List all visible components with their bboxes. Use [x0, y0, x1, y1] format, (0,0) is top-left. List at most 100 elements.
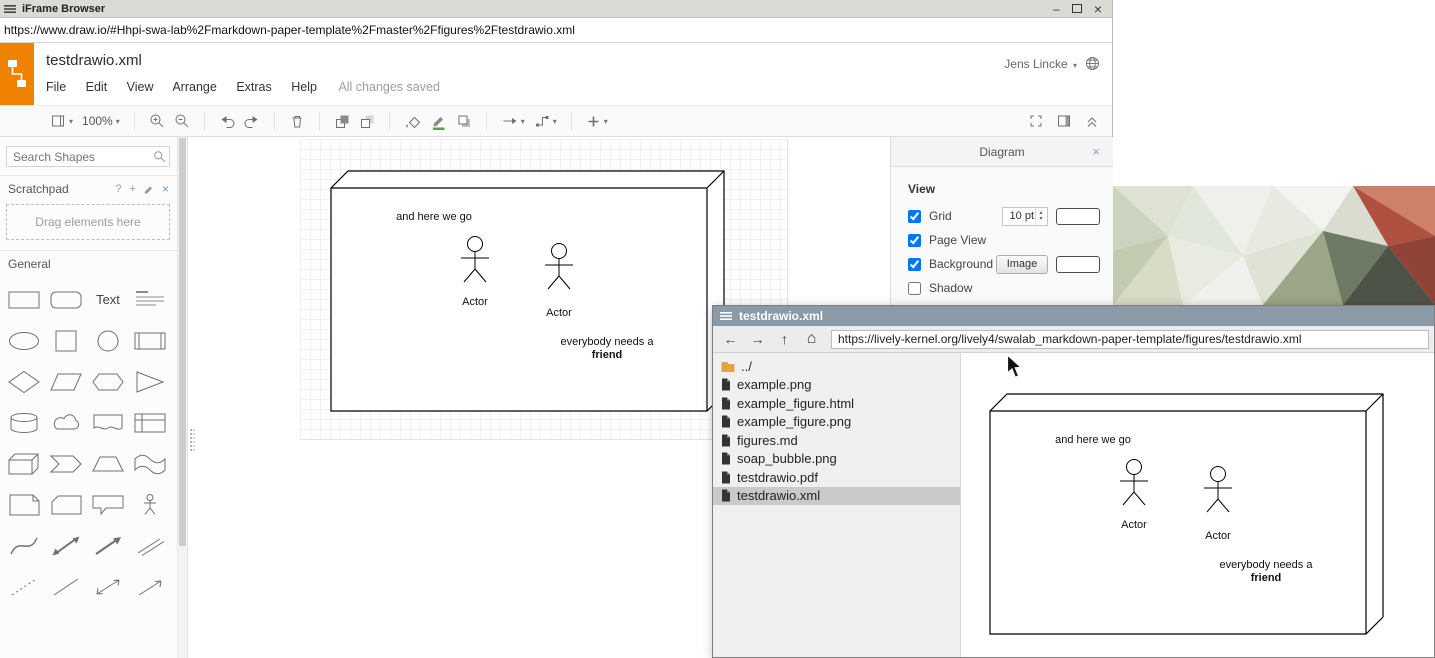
list-item-file[interactable]: soap_bubble.png [713, 450, 960, 469]
shape-rounded-rectangle[interactable] [45, 279, 87, 320]
menu-arrange[interactable]: Arrange [172, 80, 216, 94]
shape-textbox[interactable] [129, 279, 171, 320]
line-color-button[interactable] [430, 112, 447, 131]
language-globe-icon[interactable] [1085, 56, 1100, 71]
home-button[interactable]: ⌂ [799, 329, 824, 350]
shape-arrow[interactable] [87, 525, 129, 566]
insert-button[interactable]: ▾ [586, 114, 608, 129]
grid-size-input[interactable]: 10 pt ▴ ▾ [1002, 207, 1048, 226]
panel-close-icon[interactable]: × [1092, 144, 1100, 159]
scratchpad-header[interactable]: Scratchpad ? + × [0, 176, 177, 202]
fill-color-button[interactable] [404, 113, 421, 130]
menu-extras[interactable]: Extras [236, 80, 271, 94]
shape-parallelogram[interactable] [45, 361, 87, 402]
up-button[interactable]: ↑ [772, 329, 797, 350]
shape-dashed-line[interactable] [3, 566, 45, 607]
list-item-file[interactable]: example.png [713, 376, 960, 395]
address-input[interactable] [0, 18, 1112, 42]
shadow-button[interactable] [456, 113, 472, 129]
list-item-file[interactable]: example_figure.html [713, 394, 960, 413]
redo-button[interactable] [244, 113, 260, 129]
to-front-button[interactable] [334, 113, 350, 129]
menu-file[interactable]: File [46, 80, 66, 94]
forward-button[interactable]: → [745, 329, 770, 350]
shape-process[interactable] [129, 320, 171, 361]
shape-hexagon[interactable] [87, 361, 129, 402]
note-text[interactable]: and here we go [396, 211, 472, 223]
window-titlebar[interactable]: iFrame Browser – × [0, 0, 1112, 18]
close-icon[interactable]: × [1094, 3, 1102, 15]
shape-tape[interactable] [129, 443, 171, 484]
maximize-icon[interactable] [1072, 4, 1082, 13]
list-item-parent-dir[interactable]: ../ [713, 357, 960, 376]
shape-cylinder[interactable] [3, 402, 45, 443]
back-button[interactable]: ← [718, 329, 743, 350]
sidebar-scrollbar[interactable] [178, 137, 188, 658]
lively-address-input[interactable] [831, 330, 1429, 349]
spinner-arrows[interactable]: ▴ ▾ [1035, 208, 1046, 225]
cube-container-shape[interactable] [331, 171, 724, 411]
grid-color-swatch[interactable] [1056, 208, 1100, 225]
shape-diamond[interactable] [3, 361, 45, 402]
shape-text[interactable]: Text [87, 279, 129, 320]
spin-down-icon[interactable]: ▾ [1039, 216, 1042, 222]
zoom-level-dropdown[interactable]: 100% ▾ [82, 114, 120, 128]
background-color-swatch[interactable] [1056, 256, 1100, 273]
shape-document[interactable] [87, 402, 129, 443]
shape-bidirectional-arrow[interactable] [45, 525, 87, 566]
waypoints-button[interactable]: ▾ [534, 113, 557, 129]
shape-internal-storage[interactable] [129, 402, 171, 443]
scratchpad-close-icon[interactable]: × [162, 182, 169, 196]
menu-help[interactable]: Help [291, 80, 317, 94]
shape-triangle[interactable] [129, 361, 171, 402]
shape-callout[interactable] [87, 484, 129, 525]
scratchpad-add-icon[interactable]: + [130, 183, 136, 195]
hamburger-menu-icon[interactable] [4, 4, 16, 14]
shape-square[interactable] [45, 320, 87, 361]
background-image-button[interactable]: Image [996, 255, 1048, 274]
shape-line[interactable] [45, 566, 87, 607]
shape-actor[interactable] [129, 484, 171, 525]
minimize-icon[interactable]: – [1053, 3, 1060, 15]
list-item-file-selected[interactable]: testdrawio.xml [713, 487, 960, 506]
scrollbar-thumb[interactable] [179, 138, 186, 546]
to-back-button[interactable] [359, 113, 375, 129]
search-shapes-input[interactable] [6, 146, 170, 167]
collapse-toolbar-button[interactable] [1084, 113, 1100, 129]
general-section-header[interactable]: General [0, 251, 177, 275]
shape-cube[interactable] [3, 443, 45, 484]
diagram[interactable]: and here we go Actor Actor everybody nee… [330, 170, 727, 418]
user-menu[interactable]: Jens Lincke ▾ [1004, 57, 1077, 71]
grid-checkbox[interactable] [908, 210, 921, 223]
shape-trapezoid[interactable] [87, 443, 129, 484]
lively-titlebar[interactable]: testdrawio.xml [713, 306, 1434, 326]
zoom-in-button[interactable] [149, 113, 165, 129]
background-checkbox[interactable] [908, 258, 921, 271]
page-view-button[interactable]: ▾ [50, 113, 73, 129]
shape-bidirectional-connector[interactable] [87, 566, 129, 607]
shape-directional-connector[interactable] [129, 566, 171, 607]
menu-view[interactable]: View [127, 80, 154, 94]
shape-cloud[interactable] [45, 402, 87, 443]
zoom-out-button[interactable] [174, 113, 190, 129]
shape-rectangle[interactable] [3, 279, 45, 320]
scratchpad-dropzone[interactable]: Drag elements here [6, 204, 170, 240]
menu-edit[interactable]: Edit [86, 80, 108, 94]
list-item-file[interactable]: testdrawio.pdf [713, 468, 960, 487]
sidebar-collapse-grip[interactable] [190, 429, 195, 451]
shape-ellipse[interactable] [3, 320, 45, 361]
delete-button[interactable] [289, 113, 305, 129]
scratchpad-edit-icon[interactable] [144, 184, 154, 194]
shadow-checkbox[interactable] [908, 282, 921, 295]
connection-style-button[interactable]: ▾ [501, 113, 525, 129]
list-item-file[interactable]: figures.md [713, 431, 960, 450]
hamburger-menu-icon[interactable] [720, 311, 732, 321]
shape-circle[interactable] [87, 320, 129, 361]
shape-note[interactable] [3, 484, 45, 525]
shape-link[interactable] [129, 525, 171, 566]
undo-button[interactable] [219, 113, 235, 129]
page-view-checkbox[interactable] [908, 234, 921, 247]
list-item-file[interactable]: example_figure.png [713, 413, 960, 432]
format-panel-toggle-button[interactable] [1056, 113, 1072, 129]
fullscreen-button[interactable] [1028, 113, 1044, 129]
